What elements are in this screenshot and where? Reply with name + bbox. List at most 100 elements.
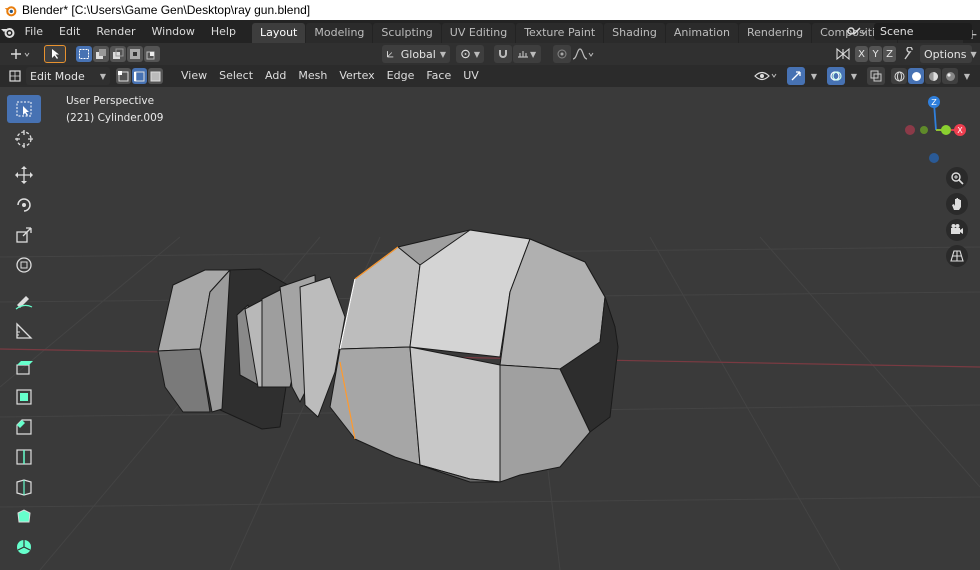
- zoom-view-button[interactable]: [946, 167, 968, 189]
- solid-shading-button[interactable]: [908, 68, 924, 84]
- tab-uv-editing[interactable]: UV Editing: [441, 23, 516, 43]
- menu-view[interactable]: View: [175, 65, 213, 87]
- tool-poly-build[interactable]: [7, 503, 41, 531]
- gizmo-dropdown[interactable]: ▼: [805, 67, 819, 85]
- select-invert-button[interactable]: [127, 46, 143, 62]
- scene-name-field[interactable]: Scene: [874, 23, 972, 40]
- xray-toggle[interactable]: [867, 67, 885, 85]
- select-subtract-button[interactable]: [110, 46, 126, 62]
- tab-animation[interactable]: Animation: [665, 23, 738, 43]
- mode-dropdown[interactable]: Edit Mode ▼: [26, 67, 110, 85]
- tool-move[interactable]: [7, 161, 41, 189]
- overlays-dropdown[interactable]: ▼: [845, 67, 859, 85]
- select-extend-button[interactable]: [93, 46, 109, 62]
- tab-modeling[interactable]: Modeling: [306, 23, 373, 43]
- tool-spin[interactable]: [7, 533, 41, 561]
- vertex-select-mode-button[interactable]: [116, 68, 131, 84]
- tool-transform[interactable]: [7, 251, 41, 279]
- eye-icon: [754, 71, 777, 81]
- gizmo-neg-x-axis[interactable]: [905, 125, 915, 135]
- gizmo-x-label: X: [957, 126, 963, 135]
- tool-inset-faces[interactable]: [7, 383, 41, 411]
- menu-help[interactable]: Help: [203, 20, 244, 43]
- face-select-mode-button[interactable]: [148, 68, 163, 84]
- tool-cursor[interactable]: [7, 125, 41, 153]
- menu-vertex[interactable]: Vertex: [333, 65, 380, 87]
- menu-file[interactable]: File: [17, 20, 51, 43]
- rendered-shading-button[interactable]: [942, 68, 958, 84]
- menu-face[interactable]: Face: [420, 65, 457, 87]
- tool-knife[interactable]: [7, 473, 41, 501]
- menu-edit[interactable]: Edit: [51, 20, 88, 43]
- shading-dropdown[interactable]: ▼: [958, 67, 972, 85]
- visibility-dropdown[interactable]: [753, 67, 781, 85]
- gizmo-neg-y-axis[interactable]: [920, 126, 928, 134]
- menu-edge[interactable]: Edge: [381, 65, 421, 87]
- proportional-falloff-dropdown[interactable]: [571, 45, 597, 63]
- tool-select-box[interactable]: [7, 95, 41, 123]
- mirror-y-toggle[interactable]: Y: [869, 46, 882, 62]
- scene-icon[interactable]: [846, 25, 868, 39]
- menu-uv[interactable]: UV: [457, 65, 485, 87]
- menu-add[interactable]: Add: [259, 65, 292, 87]
- snap-target-dropdown[interactable]: ▼: [513, 45, 541, 63]
- wrench-icon: [904, 47, 913, 60]
- tool-rotate[interactable]: [7, 191, 41, 219]
- tool-extrude-region[interactable]: [7, 353, 41, 381]
- select-new-button[interactable]: [76, 46, 92, 62]
- pivot-point-dropdown[interactable]: ▼: [456, 45, 484, 63]
- viewport-scene: [0, 229, 980, 570]
- tab-shading[interactable]: Shading: [604, 23, 665, 43]
- gizmo-neg-z-axis[interactable]: [929, 153, 939, 163]
- tool-annotate[interactable]: [7, 287, 41, 315]
- snap-magnet-icon: [499, 50, 507, 58]
- transform-icon: [16, 257, 32, 273]
- poly-build-icon: [17, 509, 31, 523]
- pivot-point-icon: [461, 49, 470, 59]
- hand-icon: [952, 198, 961, 210]
- perspective-label: User Perspective: [66, 95, 155, 107]
- tab-rendering[interactable]: Rendering: [738, 23, 812, 43]
- tab-layout[interactable]: Layout: [251, 23, 306, 43]
- grid-perspective-icon: [950, 250, 964, 262]
- mirror-x-toggle[interactable]: X: [855, 46, 868, 62]
- tool-settings-dropdown[interactable]: [8, 45, 34, 63]
- options-dropdown[interactable]: Options ▼: [920, 45, 977, 63]
- pan-view-button[interactable]: [946, 193, 968, 215]
- menu-mesh[interactable]: Mesh: [292, 65, 333, 87]
- wireframe-shading-button[interactable]: [891, 68, 907, 84]
- select-mode-tweak-button[interactable]: [44, 45, 66, 63]
- material-shading-button[interactable]: [925, 68, 941, 84]
- tab-sculpting[interactable]: Sculpting: [373, 23, 441, 43]
- menu-window[interactable]: Window: [144, 20, 203, 43]
- orientation-axes-icon: [386, 51, 394, 58]
- edge-select-mode-button[interactable]: [132, 68, 147, 84]
- gizmo-toggle[interactable]: [787, 67, 805, 85]
- camera-icon: [951, 224, 963, 234]
- perspective-toggle-button[interactable]: [946, 245, 968, 267]
- proportional-editing-toggle[interactable]: [553, 45, 571, 63]
- overlays-toggle[interactable]: [827, 67, 845, 85]
- tab-texture-paint[interactable]: Texture Paint: [516, 23, 604, 43]
- select-invert-icon: [130, 49, 140, 59]
- transform-orientation-dropdown[interactable]: Global ▼: [382, 45, 450, 63]
- grid-arrows-icon: [11, 49, 30, 59]
- tool-bevel[interactable]: [7, 413, 41, 441]
- gizmo-y-axis[interactable]: [941, 125, 951, 135]
- camera-view-button[interactable]: [946, 219, 968, 241]
- tool-scale[interactable]: [7, 221, 41, 249]
- menu-render[interactable]: Render: [88, 20, 143, 43]
- menu-select[interactable]: Select: [213, 65, 259, 87]
- chevron-down-icon: ▼: [963, 71, 971, 81]
- select-intersect-button[interactable]: [144, 46, 160, 62]
- 3d-viewport[interactable]: User Perspective (221) Cylinder.009 Z X: [0, 87, 980, 570]
- blender-menu-logo[interactable]: [0, 25, 17, 39]
- window-title: Blender* [C:\Users\Game Gen\Desktop\ray …: [22, 3, 311, 17]
- select-element-mode-group: [116, 68, 163, 84]
- tool-loop-cut[interactable]: [7, 443, 41, 471]
- navigation-gizmo[interactable]: Z X: [898, 93, 978, 168]
- tool-measure[interactable]: [7, 317, 41, 345]
- editor-type-icon[interactable]: [8, 67, 22, 85]
- mirror-z-toggle[interactable]: Z: [883, 46, 896, 62]
- snap-toggle[interactable]: [494, 45, 512, 63]
